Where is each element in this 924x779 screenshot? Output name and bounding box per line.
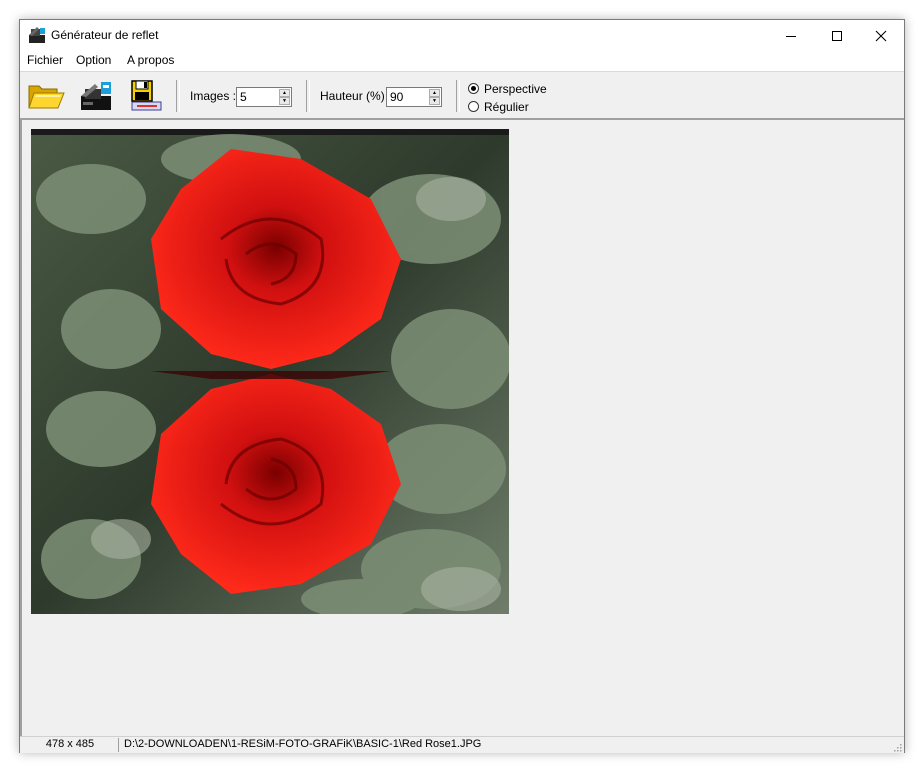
close-button[interactable]: [858, 20, 904, 51]
images-value[interactable]: 5: [240, 90, 247, 104]
floppy-save-icon: [131, 80, 162, 111]
radio-selected-icon: [468, 83, 479, 94]
regulier-radio[interactable]: Régulier: [468, 99, 568, 115]
toolbar-separator: [456, 80, 460, 112]
radio-unselected-icon: [468, 101, 479, 112]
close-icon: [875, 30, 887, 41]
toolbar-separator: [306, 80, 310, 112]
window-title: Générateur de reflet: [51, 28, 159, 42]
images-up-button[interactable]: ▲: [279, 89, 290, 97]
arrow-down-icon: ▼: [432, 97, 437, 104]
images-down-button[interactable]: ▼: [279, 97, 290, 105]
toolbar-separator: [176, 80, 180, 112]
minimize-icon: [786, 35, 796, 37]
app-window: Générateur de reflet Fichier Option A pr…: [19, 19, 905, 753]
save-button[interactable]: [125, 78, 163, 112]
toolbar: Images : 5 ▲ ▼ Hauteur (%) : 90 ▲ ▼ Pers…: [20, 71, 904, 119]
height-down-button[interactable]: ▼: [429, 97, 440, 105]
height-value[interactable]: 90: [390, 90, 403, 104]
perspective-radio[interactable]: Perspective: [468, 81, 568, 97]
arrow-up-icon: ▲: [432, 89, 437, 96]
arrow-up-icon: ▲: [282, 89, 287, 96]
height-spinner[interactable]: 90 ▲ ▼: [386, 87, 442, 107]
app-icon: [29, 27, 45, 43]
rose-reflection-image: [31, 129, 509, 614]
regulier-label: Régulier: [484, 100, 529, 114]
height-up-button[interactable]: ▲: [429, 89, 440, 97]
file-path: D:\2-DOWNLOADEN\1-RESiM-FOTO-GRAFiK\BASI…: [124, 738, 482, 750]
images-spinner[interactable]: 5 ▲ ▼: [236, 87, 292, 107]
reflection-preview-image: [31, 129, 509, 614]
menu-bar: Fichier Option A propos: [20, 51, 904, 71]
height-label: Hauteur (%) :: [320, 89, 392, 103]
preview-area: [20, 119, 904, 736]
open-button[interactable]: [27, 78, 65, 112]
arrow-down-icon: ▼: [282, 97, 287, 104]
folder-open-icon: [28, 85, 65, 109]
maximize-icon: [832, 30, 842, 41]
reflection-generate-icon: [81, 82, 111, 110]
maximize-button[interactable]: [814, 20, 860, 51]
images-label: Images :: [190, 89, 237, 103]
title-bar: Générateur de reflet: [20, 20, 904, 51]
menu-option[interactable]: Option: [76, 53, 111, 67]
perspective-label: Perspective: [484, 82, 547, 96]
image-dimensions: 478 x 485: [22, 738, 119, 752]
resize-grip-icon[interactable]: [892, 742, 902, 752]
menu-fichier[interactable]: Fichier: [27, 53, 63, 67]
menu-a-propos[interactable]: A propos: [127, 53, 174, 67]
minimize-button[interactable]: [768, 20, 814, 51]
generate-button[interactable]: [77, 78, 115, 112]
status-bar: 478 x 485 D:\2-DOWNLOADEN\1-RESiM-FOTO-G…: [20, 736, 904, 753]
